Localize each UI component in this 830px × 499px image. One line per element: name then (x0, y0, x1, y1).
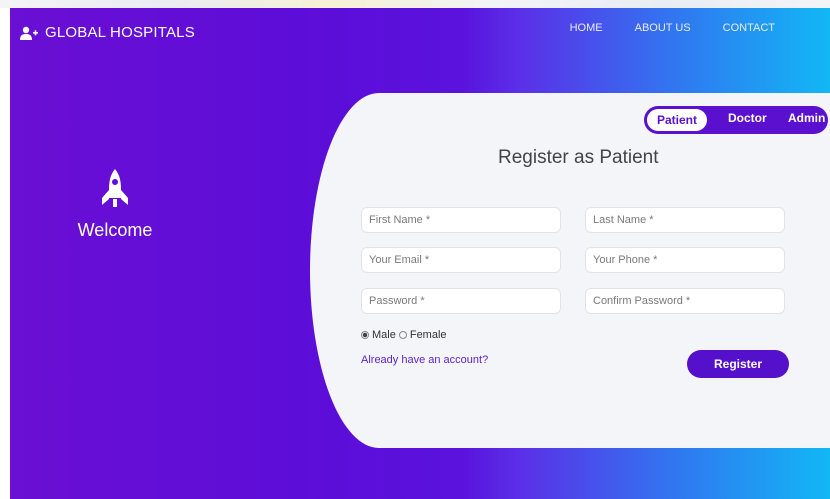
login-link[interactable]: Already have an account? (361, 354, 488, 366)
toggle-patient[interactable]: Patient (647, 109, 707, 131)
role-toggle: Patient Doctor Admin (644, 106, 828, 134)
user-plus-icon (20, 26, 38, 40)
toggle-doctor[interactable]: Doctor (728, 111, 767, 125)
navbar: GLOBAL HOSPITALS HOME ABOUT US CONTACT (10, 8, 830, 54)
email-input[interactable] (361, 247, 561, 273)
brand[interactable]: GLOBAL HOSPITALS (20, 24, 195, 41)
welcome-text: Welcome (77, 220, 153, 240)
last-name-input[interactable] (585, 207, 785, 233)
confirm-password-input[interactable] (585, 288, 785, 314)
male-label: Male (372, 329, 396, 341)
gender-radios: Male Female (361, 329, 447, 341)
nav-links: HOME ABOUT US CONTACT (538, 22, 775, 34)
nav-contact[interactable]: CONTACT (723, 22, 775, 34)
phone-input[interactable] (585, 247, 785, 273)
register-button[interactable]: Register (687, 350, 789, 378)
first-name-input[interactable] (361, 207, 561, 233)
male-radio[interactable] (361, 331, 369, 339)
background-gradient: GLOBAL HOSPITALS HOME ABOUT US CONTACT W… (10, 8, 830, 499)
rocket-icon (102, 169, 128, 207)
register-card: Patient Doctor Admin Register as Patient… (310, 93, 830, 448)
password-input[interactable] (361, 288, 561, 314)
nav-about-us[interactable]: ABOUT US (635, 22, 691, 34)
brand-name: GLOBAL HOSPITALS (45, 24, 195, 41)
form-title: Register as Patient (498, 147, 659, 168)
nav-home[interactable]: HOME (570, 22, 603, 34)
female-radio[interactable] (398, 331, 407, 339)
female-label: Female (409, 329, 447, 341)
toggle-admin[interactable]: Admin (788, 111, 825, 125)
page: GLOBAL HOSPITALS HOME ABOUT US CONTACT W… (0, 0, 830, 499)
left-panel: Welcome (50, 168, 180, 241)
top-strip (0, 0, 830, 8)
